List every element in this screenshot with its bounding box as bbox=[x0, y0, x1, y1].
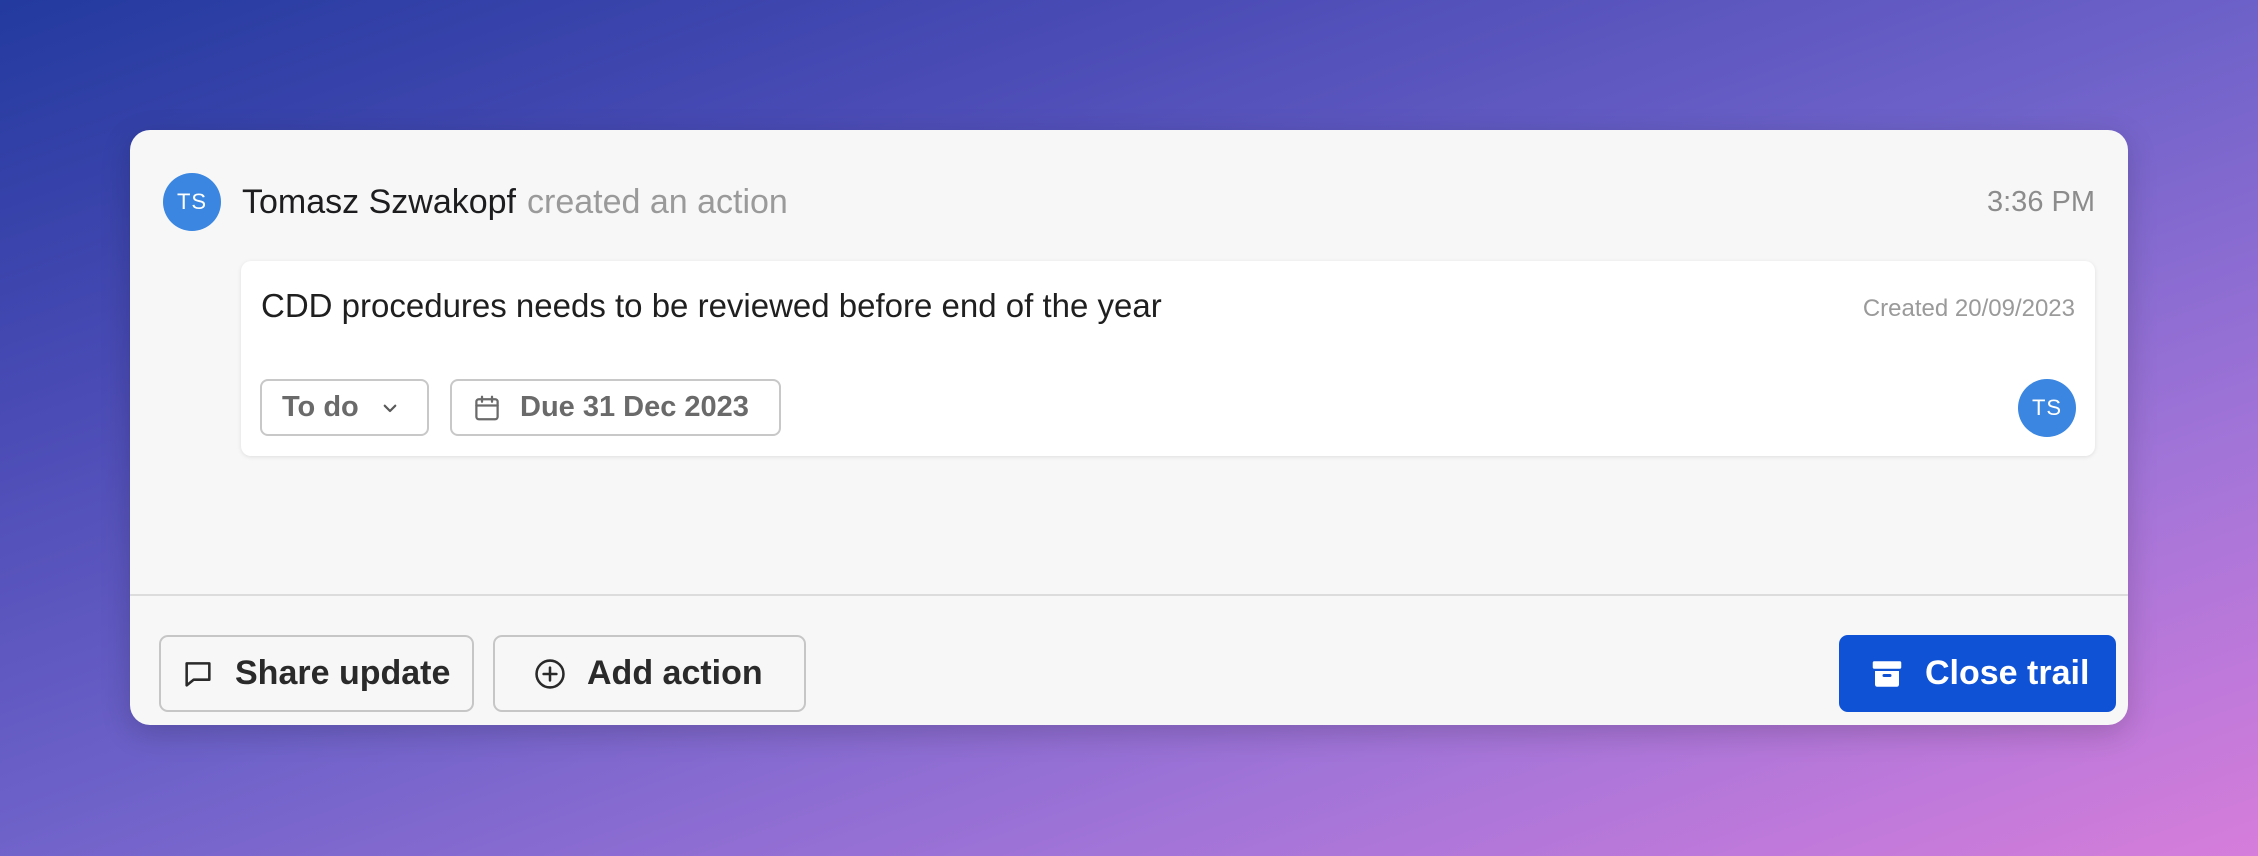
author-avatar: TS bbox=[163, 173, 221, 231]
calendar-icon bbox=[475, 395, 499, 420]
assignee-initials: TS bbox=[2031, 395, 2063, 420]
speech-bubble-icon bbox=[185, 661, 211, 687]
action-item[interactable]: CDD procedures needs to be reviewed befo… bbox=[241, 261, 2095, 456]
activity-verb: created an action bbox=[527, 182, 788, 221]
activity-header: TS Tomasz Szwakopf created an action 3:3… bbox=[163, 173, 2095, 231]
status-dropdown[interactable]: To do bbox=[260, 379, 429, 436]
plus-circle-icon bbox=[535, 658, 565, 689]
assignee-avatar[interactable]: TS bbox=[2018, 379, 2076, 437]
action-title[interactable]: CDD procedures needs to be reviewed befo… bbox=[261, 287, 1162, 325]
activity-card: TS Tomasz Szwakopf created an action 3:3… bbox=[130, 130, 2128, 725]
add-action-label: Add action bbox=[587, 654, 763, 692]
action-created-date: Created 20/09/2023 bbox=[1862, 295, 2075, 322]
add-action-button[interactable]: Add action bbox=[493, 635, 806, 712]
chevron-down-icon bbox=[383, 404, 397, 412]
author-initials: TS bbox=[176, 189, 208, 214]
activity-time: 3:36 PM bbox=[1987, 185, 2095, 218]
due-date-button[interactable]: Due 31 Dec 2023 bbox=[450, 379, 781, 436]
footer-divider bbox=[130, 594, 2128, 596]
close-trail-button[interactable]: Close trail bbox=[1839, 635, 2116, 712]
archive-box-icon bbox=[1872, 660, 1902, 687]
share-update-button[interactable]: Share update bbox=[159, 635, 474, 712]
status-label: To do bbox=[282, 391, 359, 423]
author-name[interactable]: Tomasz Szwakopf bbox=[242, 183, 516, 222]
close-trail-label: Close trail bbox=[1925, 654, 2090, 692]
due-date-label: Due 31 Dec 2023 bbox=[520, 391, 749, 423]
share-update-label: Share update bbox=[235, 654, 451, 692]
